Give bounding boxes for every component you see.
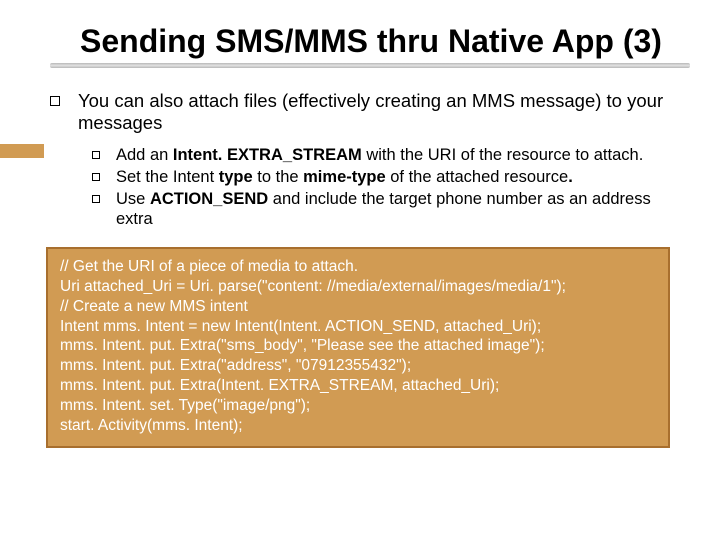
text-fragment: of the attached resource: [386, 168, 569, 186]
code-line: Uri attached_Uri = Uri. parse("content: …: [60, 277, 656, 297]
code-block: // Get the URI of a piece of media to at…: [46, 247, 670, 447]
text-fragment: Add an: [116, 146, 173, 164]
bold-fragment: mime-type: [303, 168, 386, 186]
square-bullet-icon: [92, 151, 100, 159]
sub-text-2: Set the Intent type to the mime-type of …: [116, 167, 573, 187]
accent-bar: [0, 144, 44, 158]
bullet-level1: You can also attach files (effectively c…: [50, 90, 680, 134]
bold-fragment: type: [219, 168, 253, 186]
sub-bullet-3: Use ACTION_SEND and include the target p…: [92, 189, 680, 229]
main-point-text: You can also attach files (effectively c…: [78, 90, 680, 134]
slide: Sending SMS/MMS thru Native App (3) You …: [0, 0, 720, 540]
title-underline: [50, 63, 690, 68]
sub-bullet-2: Set the Intent type to the mime-type of …: [92, 167, 680, 187]
content-area: You can also attach files (effectively c…: [50, 90, 680, 447]
sub-bullets: Add an Intent. EXTRA_STREAM with the URI…: [92, 145, 680, 230]
code-line: mms. Intent. put. Extra(Intent. EXTRA_ST…: [60, 376, 656, 396]
text-fragment: to the: [253, 168, 303, 186]
code-line: // Create a new MMS intent: [60, 297, 656, 317]
sub-text-1: Add an Intent. EXTRA_STREAM with the URI…: [116, 145, 643, 165]
sub-bullet-1: Add an Intent. EXTRA_STREAM with the URI…: [92, 145, 680, 165]
title-block: Sending SMS/MMS thru Native App (3): [80, 24, 680, 59]
square-bullet-icon: [92, 195, 100, 203]
text-fragment: Set the Intent: [116, 168, 219, 186]
bold-fragment: Intent. EXTRA_STREAM: [173, 146, 362, 164]
code-line: // Get the URI of a piece of media to at…: [60, 257, 656, 277]
square-bullet-icon: [50, 96, 60, 106]
text-fragment: Use: [116, 190, 150, 208]
code-line: start. Activity(mms. Intent);: [60, 416, 656, 436]
slide-title: Sending SMS/MMS thru Native App (3): [80, 24, 680, 59]
text-fragment: with the URI of the resource to attach.: [362, 146, 644, 164]
sub-text-3: Use ACTION_SEND and include the target p…: [116, 189, 680, 229]
bold-fragment: .: [568, 168, 573, 186]
code-line: mms. Intent. set. Type("image/png");: [60, 396, 656, 416]
code-line: mms. Intent. put. Extra("address", "0791…: [60, 356, 656, 376]
code-line: Intent mms. Intent = new Intent(Intent. …: [60, 317, 656, 337]
code-line: mms. Intent. put. Extra("sms_body", "Ple…: [60, 336, 656, 356]
bold-fragment: ACTION_SEND: [150, 190, 268, 208]
square-bullet-icon: [92, 173, 100, 181]
